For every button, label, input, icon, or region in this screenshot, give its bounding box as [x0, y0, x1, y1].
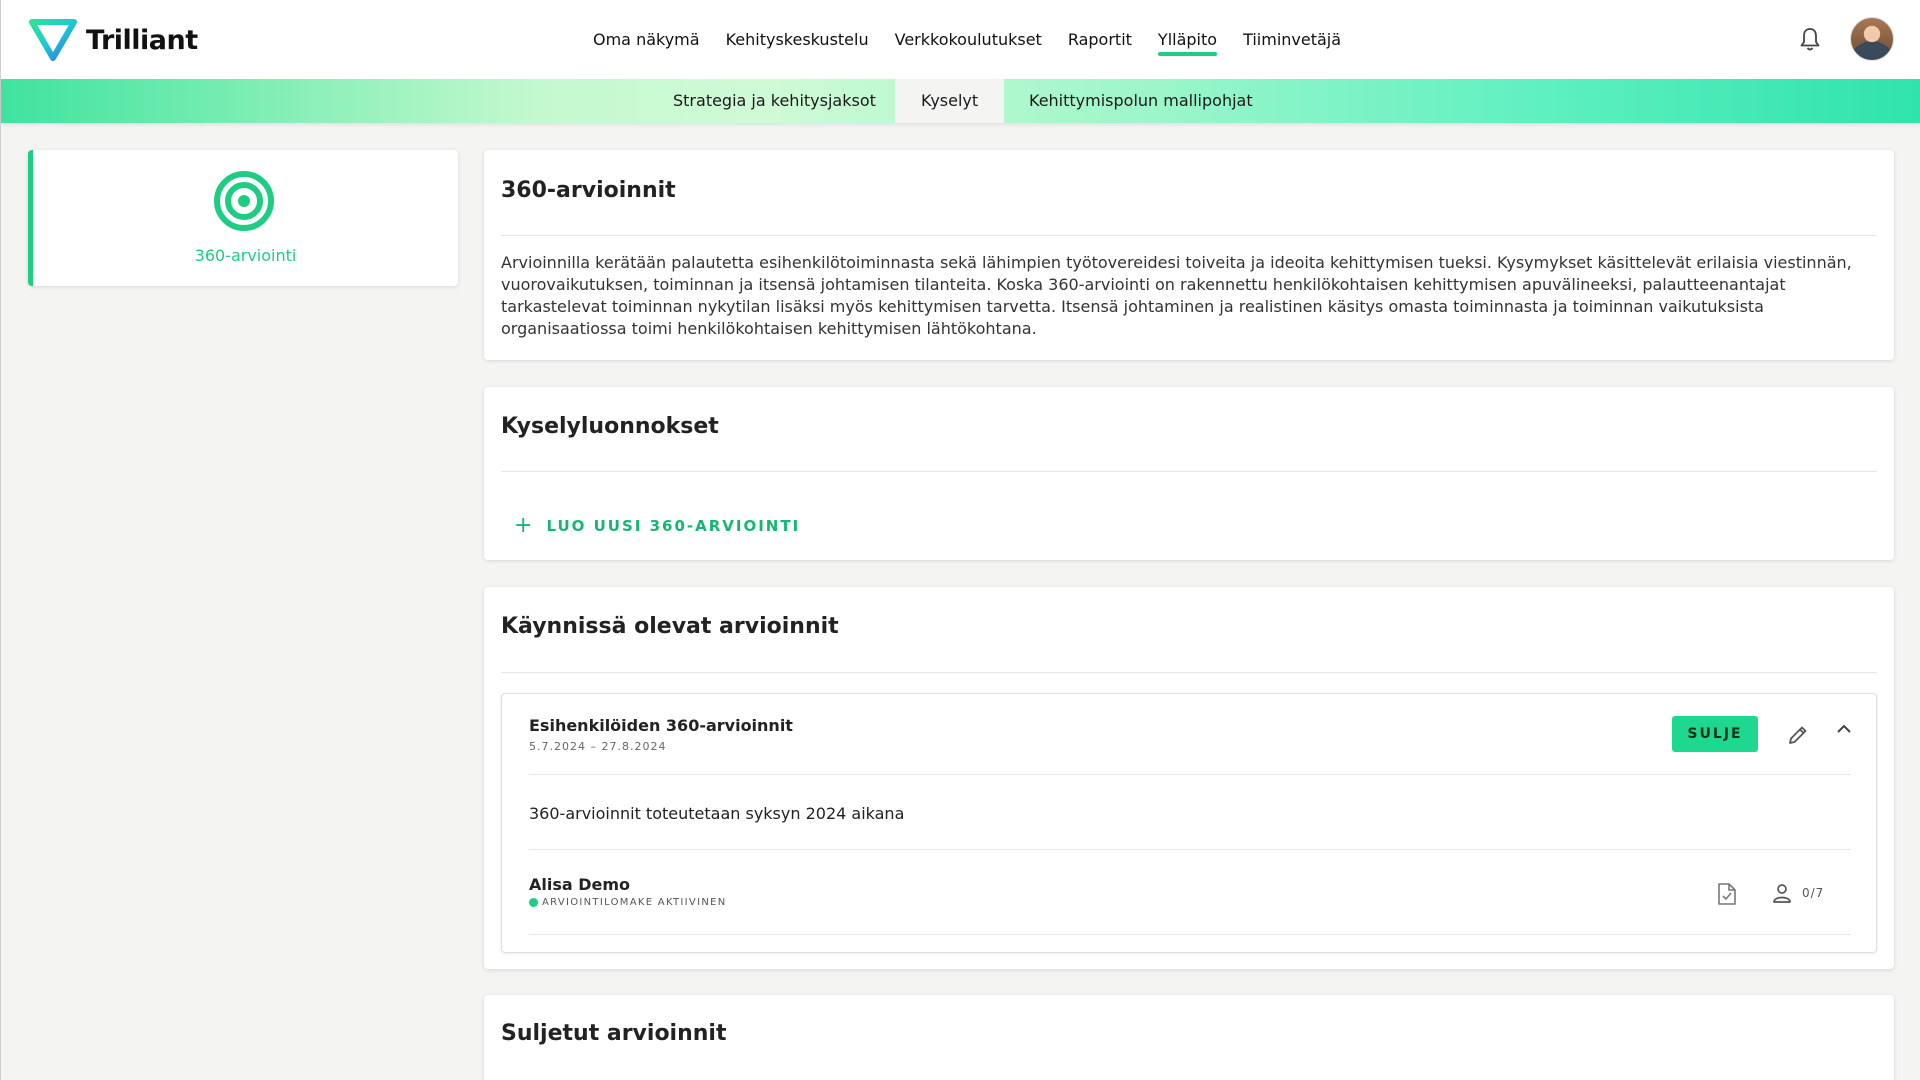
- intro-text: Arvioinnilla kerätään palautetta esihenk…: [501, 253, 1852, 338]
- document-check-icon[interactable]: [1716, 882, 1738, 906]
- nav-tiiminvetaja[interactable]: Tiiminvetäjä: [1243, 30, 1341, 49]
- tab-strategia[interactable]: Strategia ja kehitysjaksot: [647, 79, 902, 123]
- nav-kehityskeskustelu[interactable]: Kehityskeskustelu: [726, 30, 869, 49]
- sub-navigation: Strategia ja kehitysjaksot Kyselyt Kehit…: [1, 79, 1920, 123]
- intro-title: 360-arvioinnit: [501, 178, 676, 203]
- avatar[interactable]: [1850, 17, 1894, 61]
- nav-yllapito[interactable]: Ylläpito: [1157, 30, 1218, 56]
- closed-card: Suljetut arvioinnit: [484, 995, 1894, 1080]
- tab-mallipohjat[interactable]: Kehittymispolun mallipohjat: [1003, 79, 1279, 123]
- brand-logo[interactable]: Trilliant: [28, 18, 198, 62]
- close-evaluation-button[interactable]: SULJE: [1672, 716, 1758, 752]
- trilliant-logo-icon: [29, 19, 77, 61]
- divider: [501, 235, 1877, 236]
- plus-icon: +: [514, 513, 533, 538]
- nav-oma-nakyma[interactable]: Oma näkymä: [593, 30, 700, 49]
- user-icon: [1773, 884, 1791, 903]
- create-360-button[interactable]: + LUO UUSI 360-ARVIOINTI: [514, 515, 800, 537]
- status-dot: [529, 898, 538, 907]
- evaluation-title: Esihenkilöiden 360-arvioinnit: [529, 716, 793, 735]
- chevron-up-icon[interactable]: [1835, 722, 1853, 736]
- ongoing-card: Käynnissä olevat arvioinnit Esihenkilöid…: [484, 587, 1894, 969]
- divider: [529, 934, 1851, 935]
- drafts-title: Kyselyluonnokset: [501, 414, 719, 439]
- participant-name: Alisa Demo: [529, 875, 631, 894]
- nav-verkkokoulutukset[interactable]: Verkkokoulutukset: [895, 30, 1042, 49]
- create-360-label: LUO UUSI 360-ARVIOINTI: [546, 517, 801, 535]
- participant-status-label: ARVIOINTILOMAKE AKTIIVINEN: [542, 897, 727, 908]
- top-bar: Trilliant Oma näkymä Kehityskeskustelu V…: [1, 0, 1920, 79]
- brand-name: Trilliant: [86, 24, 198, 56]
- tab-kyselyt[interactable]: Kyselyt: [895, 79, 1005, 123]
- divider: [501, 672, 1877, 673]
- target-icon: [214, 171, 274, 231]
- main-navigation: Oma näkymä Kehityskeskustelu Verkkokoulu…: [593, 0, 1367, 79]
- divider: [501, 471, 1877, 472]
- drafts-card: Kyselyluonnokset + LUO UUSI 360-ARVIOINT…: [484, 387, 1894, 560]
- evaluation-dates: 5.7.2024 – 27.8.2024: [529, 740, 667, 753]
- pencil-icon[interactable]: [1787, 724, 1809, 746]
- evaluation-item: Esihenkilöiden 360-arvioinnit 5.7.2024 –…: [501, 693, 1877, 953]
- divider: [529, 849, 1851, 850]
- bell-icon[interactable]: [1798, 26, 1822, 52]
- participant-status: ARVIOINTILOMAKE AKTIIVINEN: [529, 897, 727, 908]
- closed-title: Suljetut arvioinnit: [501, 1021, 727, 1046]
- evaluation-description: 360-arvioinnit toteutetaan syksyn 2024 a…: [529, 804, 905, 823]
- sidebar-item-360-arviointi[interactable]: 360-arviointi: [28, 150, 458, 286]
- intro-card: 360-arvioinnit Arvioinnilla kerätään pal…: [484, 150, 1894, 360]
- divider: [529, 774, 1851, 775]
- ongoing-title: Käynnissä olevat arvioinnit: [501, 614, 839, 639]
- nav-raportit[interactable]: Raportit: [1068, 30, 1132, 49]
- participant-count: 0/7: [1802, 886, 1825, 900]
- sidebar-item-label: 360-arviointi: [194, 246, 297, 265]
